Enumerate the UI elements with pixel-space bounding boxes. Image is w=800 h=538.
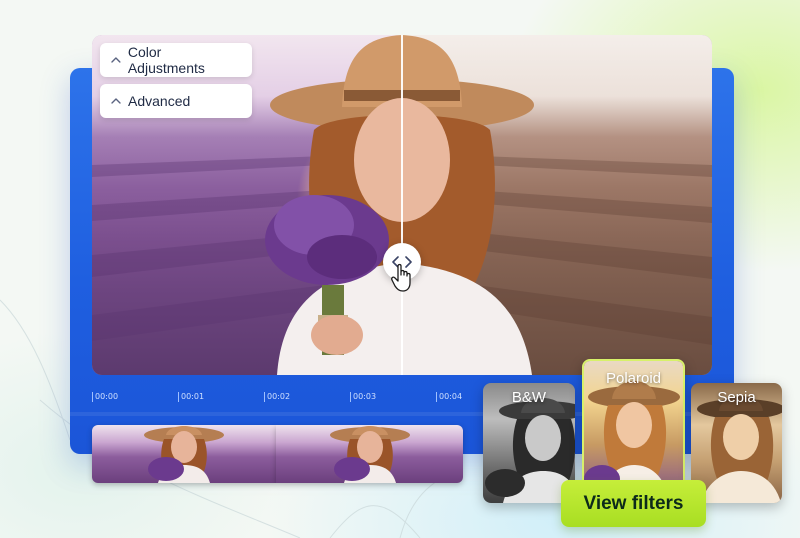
- hand-pointer-icon: [391, 263, 411, 292]
- chevron-up-icon: [111, 98, 121, 104]
- filter-sepia-label: Sepia: [717, 389, 756, 406]
- timeline-ruler[interactable]: 00:00 00:01 00:02 00:03 00:04: [92, 392, 482, 406]
- filter-bw-label: B&W: [511, 389, 547, 406]
- chevron-up-icon: [111, 57, 121, 63]
- advanced-button[interactable]: Advanced: [100, 84, 252, 118]
- timeline-tick: 00:03: [350, 392, 376, 402]
- timeline-tick: 00:02: [264, 392, 290, 402]
- view-filters-button[interactable]: View filters: [561, 480, 706, 527]
- timeline-tick: 00:04: [436, 392, 462, 402]
- timeline-clip[interactable]: [276, 425, 463, 483]
- timeline-clip[interactable]: [92, 425, 276, 483]
- timeline-tick: 00:00: [92, 392, 118, 402]
- timeline-tick: 00:01: [178, 392, 204, 402]
- color-adjustments-button[interactable]: Color Adjustments: [100, 43, 252, 77]
- color-adjustments-label: Color Adjustments: [127, 44, 205, 76]
- clip-thumbnail: [330, 426, 410, 483]
- comparison-divider[interactable]: [401, 35, 403, 375]
- clip-thumbnail: [144, 426, 224, 483]
- advanced-label: Advanced: [128, 93, 191, 109]
- filter-polaroid-label: Polaroid: [605, 370, 662, 387]
